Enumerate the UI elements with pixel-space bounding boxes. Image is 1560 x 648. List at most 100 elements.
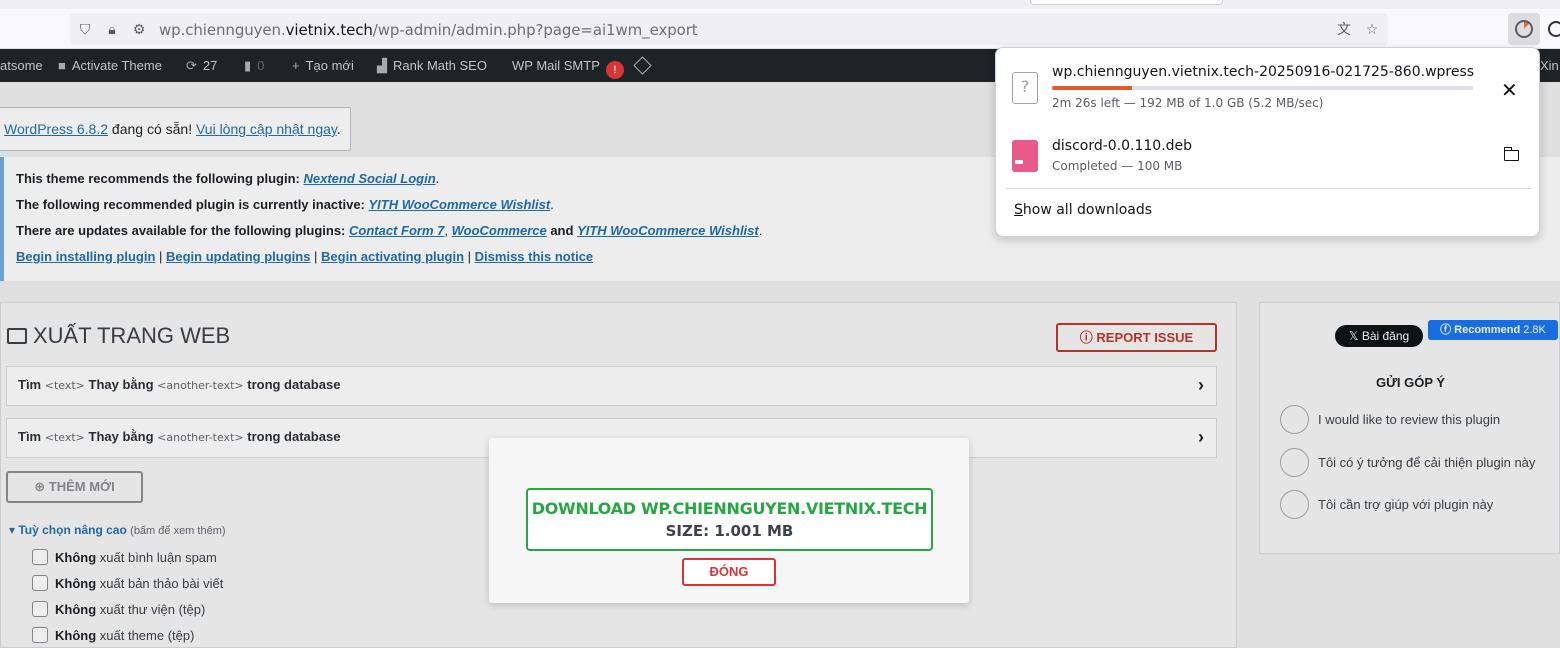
close-modal-button[interactable]: ĐÓNG xyxy=(682,558,776,586)
admin-bar-comments[interactable]: ▮ 0 xyxy=(244,58,264,74)
notice-line-3-text: There are updates available for the foll… xyxy=(16,223,349,238)
notice-line-2-text: The following recommended plugin is curr… xyxy=(16,197,369,212)
find-replace-row[interactable]: Tìm <text> Thay bằng <another-text> tron… xyxy=(6,366,1217,406)
separator: | xyxy=(464,249,475,264)
dismiss-notice-link[interactable]: Dismiss this notice xyxy=(475,249,593,264)
text-placeholder: <text> xyxy=(44,379,85,392)
admin-bar-site-name[interactable]: atsome xyxy=(0,58,43,73)
account-icon[interactable] xyxy=(1548,21,1560,37)
in-database-label: trong database xyxy=(247,429,341,444)
browser-tab[interactable] xyxy=(1030,0,1223,5)
feedback-option-label: Tôi có ý tưởng để cải thiện plugin này xyxy=(1318,455,1536,470)
alert-badge: ! xyxy=(605,61,624,79)
feedback-option-label: I would like to review this plugin xyxy=(1318,412,1501,427)
update-now-link[interactable]: Vui lòng cập nhật ngay xyxy=(196,121,337,137)
admin-bar-updates[interactable]: ⟳ 27 xyxy=(186,58,217,74)
not-label: Không xyxy=(55,550,97,565)
notice-line-1-text: This theme recommends the following plug… xyxy=(16,171,304,186)
comments-count: 0 xyxy=(257,58,265,73)
page-title: XUẤT TRANG WEB xyxy=(7,323,230,349)
notice-and: and xyxy=(546,223,578,238)
option-label: xuất bình luận spam xyxy=(99,550,217,565)
divider xyxy=(1006,188,1531,189)
admin-bar-new[interactable]: + Tạo mới xyxy=(292,58,354,73)
feedback-option-help[interactable]: Tôi cần trợ giúp với plugin này xyxy=(1280,490,1560,520)
translate-icon[interactable]: 文 xyxy=(1335,20,1353,38)
advanced-options-label: Tuỳ chọn nâng cao xyxy=(18,523,127,537)
radio[interactable] xyxy=(1280,405,1309,434)
show-all-label: how all downloads xyxy=(1022,202,1153,218)
downloads-panel: ? wp.chiennguyen.vietnix.tech-20250916-0… xyxy=(995,47,1540,237)
bookmark-star-icon[interactable]: ☆ xyxy=(1363,20,1381,38)
admin-bar-activate-theme[interactable]: ■ Activate Theme xyxy=(58,58,162,73)
find-label: Tìm xyxy=(18,377,42,392)
download-progress-icon xyxy=(1515,20,1533,38)
url-subdomain: wp.chiennguyen. xyxy=(159,21,286,39)
admin-bar-account[interactable]: Xin xyxy=(1540,58,1559,73)
folder-icon[interactable] xyxy=(1503,147,1519,161)
plugin-link-cf7[interactable]: Contact Form 7 xyxy=(349,223,444,238)
begin-installing-link[interactable]: Begin installing plugin xyxy=(16,249,155,264)
download-progress-bar xyxy=(1052,86,1473,90)
download-backup-button[interactable]: DOWNLOAD WP.CHIENNGUYEN.VIETNIX.TECH SIZ… xyxy=(526,488,933,551)
begin-updating-link[interactable]: Begin updating plugins xyxy=(166,249,310,264)
unknown-file-icon: ? xyxy=(1012,72,1038,104)
shield-icon[interactable]: ⛉ xyxy=(76,20,94,38)
rankmath-icon: ▟ xyxy=(377,58,387,73)
url-text[interactable]: wp.chiennguyen.vietnix.tech/wp-admin/adm… xyxy=(159,21,698,39)
plugin-link-yith[interactable]: YITH WooCommerce Wishlist xyxy=(369,197,551,212)
option-no-media-library[interactable]: Không xuất thư viện (tệp) xyxy=(32,601,205,617)
x-post-button[interactable]: 𝕏 Bài đăng xyxy=(1335,325,1423,347)
checkbox[interactable] xyxy=(32,627,48,643)
find-label: Tìm xyxy=(18,429,42,444)
page-title-text: XUẤT TRANG WEB xyxy=(33,323,231,348)
not-label: Không xyxy=(55,628,97,643)
permissions-icon[interactable]: ⚙ xyxy=(130,20,148,38)
download-item-name[interactable]: wp.chiennguyen.vietnix.tech-20250916-021… xyxy=(1052,64,1474,80)
option-no-post-revisions[interactable]: Không xuất bản thảo bài viết xyxy=(32,575,223,591)
option-no-themes[interactable]: Không xuất theme (tệp) xyxy=(32,627,194,643)
advanced-options-toggle[interactable]: ▾ Tuỳ chọn nâng cao (bấm để xem thêm) xyxy=(9,523,226,537)
report-issue-button[interactable]: ⓘ REPORT ISSUE xyxy=(1056,323,1217,352)
update-nag: WordPress 6.8.2 đang có sẵn! Vui lòng cậ… xyxy=(0,107,351,151)
show-all-downloads-button[interactable]: Show all downloads xyxy=(1014,202,1152,218)
facebook-recommend-button[interactable]: ⓕ Recommend 2.8K xyxy=(1428,320,1558,340)
add-new-button[interactable]: ⊕ THÊM MỚI xyxy=(6,471,143,503)
option-label: xuất theme (tệp) xyxy=(99,628,195,643)
feedback-option-label: Tôi cần trợ giúp với plugin này xyxy=(1318,497,1494,512)
url-path: /wp-admin/admin.php?page=ai1wm_export xyxy=(372,21,698,39)
admin-bar-rankmath[interactable]: ▟ Rank Math SEO xyxy=(377,58,487,74)
begin-activating-link[interactable]: Begin activating plugin xyxy=(321,249,464,264)
facebook-icon: ⓕ xyxy=(1440,324,1452,336)
lock-icon[interactable]: 🔒︎ xyxy=(103,20,121,38)
plugin-link-yith-2[interactable]: YITH WooCommerce Wishlist xyxy=(577,223,759,238)
download-item-name[interactable]: discord-0.0.110.deb xyxy=(1052,138,1192,154)
checkbox[interactable] xyxy=(32,575,48,591)
downloads-button[interactable] xyxy=(1508,13,1540,45)
notice-period: . xyxy=(435,171,440,186)
wordpress-version-link[interactable]: WordPress 6.8.2 xyxy=(4,121,108,137)
feedback-option-review[interactable]: I would like to review this plugin xyxy=(1280,405,1560,435)
radio[interactable] xyxy=(1280,448,1309,477)
plugin-link-woocommerce[interactable]: WooCommerce xyxy=(452,223,547,238)
feedback-option-idea[interactable]: Tôi có ý tưởng để cải thiện plugin này xyxy=(1280,448,1560,478)
checkbox[interactable] xyxy=(32,601,48,617)
checkbox[interactable] xyxy=(32,549,48,565)
update-nag-tail: . xyxy=(336,121,341,137)
text-placeholder: <text> xyxy=(44,431,85,444)
notice-comma: , xyxy=(444,223,448,238)
cancel-download-icon[interactable]: ✕ xyxy=(1501,80,1518,100)
chevron-right-icon: › xyxy=(1198,375,1204,395)
option-no-spam-comments[interactable]: Không xuất bình luận spam xyxy=(32,549,217,565)
deb-package-icon xyxy=(1012,140,1038,172)
url-bar[interactable]: ⛉ 🔒︎ ⚙ wp.chiennguyen.vietnix.tech/wp-ad… xyxy=(70,13,1388,45)
in-database-label: trong database xyxy=(247,377,341,392)
comment-icon: ▮ xyxy=(244,58,252,73)
radio[interactable] xyxy=(1280,490,1309,519)
option-label: xuất thư viện (tệp) xyxy=(99,602,206,617)
diamond-icon[interactable] xyxy=(633,56,652,75)
plugin-link-nextend[interactable]: Nextend Social Login xyxy=(303,171,435,186)
export-complete-modal: DOWNLOAD WP.CHIENNGUYEN.VIETNIX.TECH SIZ… xyxy=(489,438,969,603)
admin-bar-wpmail[interactable]: WP Mail SMTP! xyxy=(512,58,624,79)
separator: | xyxy=(155,249,166,264)
